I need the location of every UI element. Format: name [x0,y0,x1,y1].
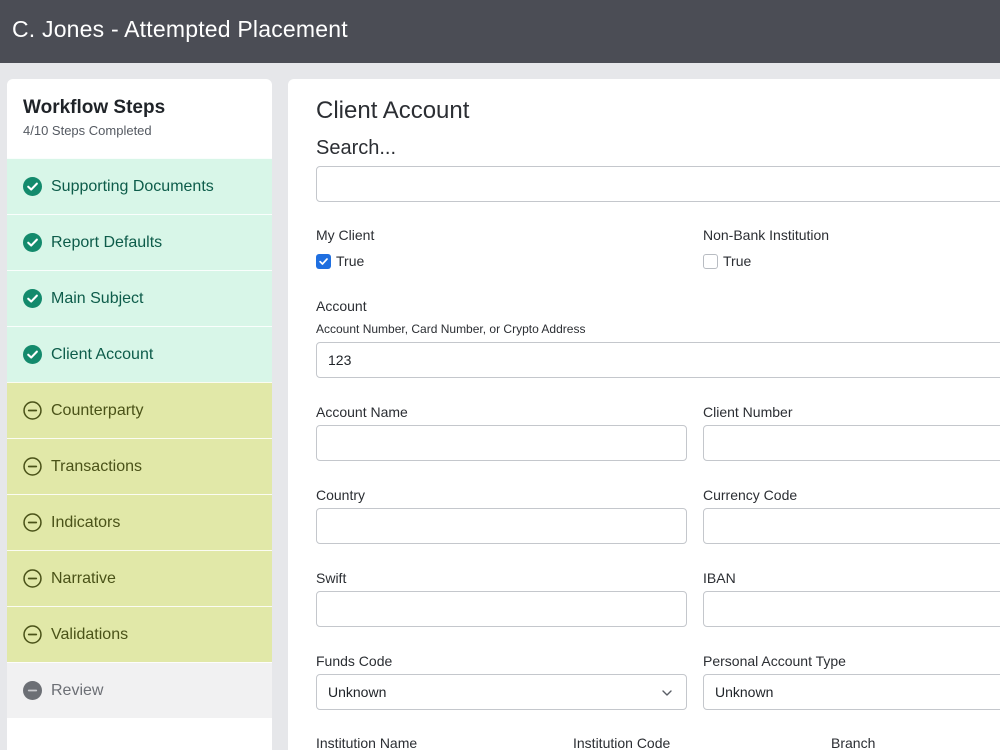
currency-code-input[interactable] [703,508,1000,544]
steps-progress: 4/10 Steps Completed [23,123,152,138]
step-label: Client Account [51,345,154,363]
account-input[interactable]: 123 [316,342,1000,378]
step-label: Counterparty [51,401,144,419]
account-hint: Account Number, Card Number, or Crypto A… [316,322,586,336]
step-label: Report Defaults [51,233,163,251]
sidebar-title: Workflow Steps [23,97,166,118]
non-bank-checkbox[interactable]: True [703,253,751,269]
step-review[interactable]: Review [7,662,272,718]
account-name-label: Account Name [316,404,408,420]
non-bank-option: True [723,253,752,269]
account-name-input[interactable] [316,425,687,461]
search-input[interactable] [316,166,1000,202]
step-label: Review [51,681,104,699]
institution-code-label: Institution Code [573,735,671,750]
page-title: C. Jones - Attempted Placement [12,16,348,42]
my-client-label: My Client [316,227,375,243]
minus-circle-icon [23,569,42,588]
personal-account-type-select[interactable]: Unknown [703,674,1000,710]
my-client-checkbox[interactable]: True [316,253,364,269]
client-account-form: Client Account Search... My Client True … [288,79,1000,750]
currency-code-label: Currency Code [703,487,798,503]
checkbox-checked-icon [316,253,331,269]
check-circle-icon [23,177,42,196]
step-label: Indicators [51,513,121,531]
step-client-account[interactable]: Client Account [7,326,272,382]
funds-code-label: Funds Code [316,653,393,669]
check-circle-icon [23,289,42,308]
country-input[interactable] [316,508,687,544]
step-label: Narrative [51,569,116,587]
check-circle-icon [23,233,42,252]
step-supporting-documents[interactable]: Supporting Documents [7,158,272,214]
client-number-label: Client Number [703,404,793,420]
workflow-sidebar: Workflow Steps 4/10 Steps Completed Supp… [7,79,272,750]
check-circle-icon [23,345,42,364]
iban-input[interactable] [703,591,1000,627]
app-header: C. Jones - Attempted Placement [0,0,1000,63]
step-report-defaults[interactable]: Report Defaults [7,214,272,270]
non-bank-label: Non-Bank Institution [703,227,830,243]
client-number-input[interactable] [703,425,1000,461]
search-label: Search... [316,137,397,159]
iban-label: IBAN [703,570,736,586]
sidebar-header: Workflow Steps 4/10 Steps Completed [7,79,272,158]
minus-circle-icon [23,513,42,532]
step-narrative[interactable]: Narrative [7,550,272,606]
personal-account-type-value: Unknown [715,684,774,700]
funds-code-select[interactable]: Unknown [316,674,687,710]
step-validations[interactable]: Validations [7,606,272,662]
my-client-option: True [336,253,365,269]
step-label: Supporting Documents [51,177,214,195]
personal-account-type-label: Personal Account Type [703,653,846,669]
country-label: Country [316,487,366,503]
step-main-subject[interactable]: Main Subject [7,270,272,326]
step-label: Validations [51,625,129,643]
branch-label: Branch [831,735,876,750]
funds-code-value: Unknown [328,684,387,700]
swift-label: Swift [316,570,347,586]
minus-circle-icon [23,457,42,476]
minus-circle-filled-icon [23,681,42,700]
checkbox-unchecked-icon [703,253,718,269]
swift-input[interactable] [316,591,687,627]
chevron-down-icon [662,690,672,696]
step-label: Transactions [51,457,142,475]
minus-circle-icon [23,401,42,420]
step-counterparty[interactable]: Counterparty [7,382,272,438]
step-indicators[interactable]: Indicators [7,494,272,550]
step-label: Main Subject [51,289,144,307]
minus-circle-icon [23,625,42,644]
institution-name-label: Institution Name [316,735,418,750]
form-title: Client Account [316,97,470,124]
step-transactions[interactable]: Transactions [7,438,272,494]
account-label: Account [316,298,367,314]
